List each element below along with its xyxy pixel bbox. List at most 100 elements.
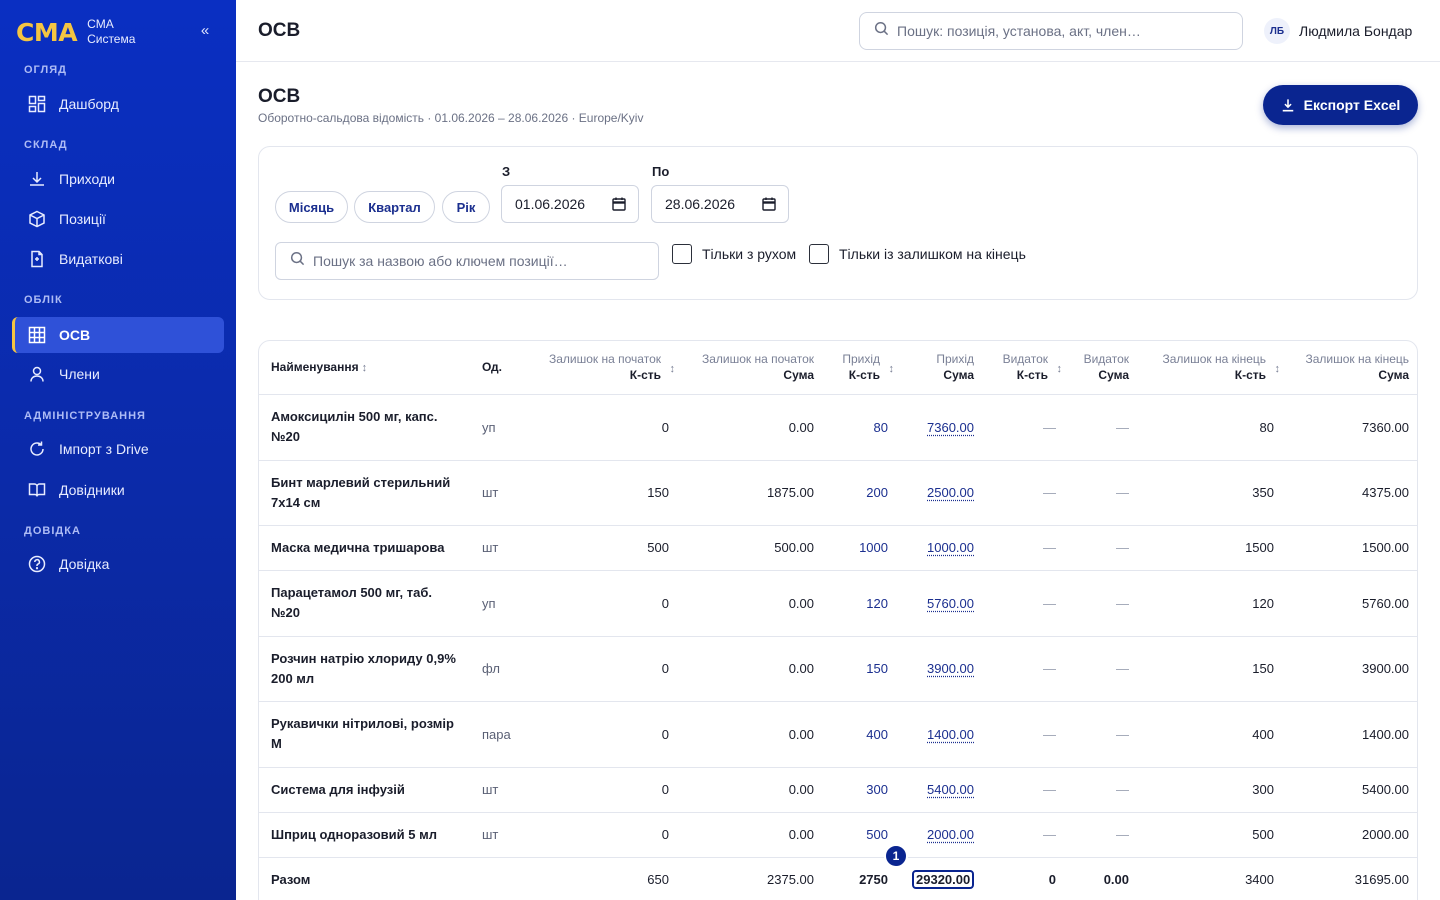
only-balance-checkbox[interactable]: Тільки із залишком на кінець — [809, 244, 1026, 264]
close-qty: 1500 — [1141, 525, 1286, 571]
date-from-input[interactable]: 01.06.2026 — [501, 185, 639, 223]
global-search[interactable] — [859, 12, 1243, 50]
in-sum-cell: 5760.00 — [900, 570, 986, 637]
item-unit: шт — [470, 812, 533, 858]
sidebar-item-items[interactable]: Позиції — [12, 201, 224, 237]
table-row[interactable]: Бинт марлевий стерильний 7х14 см шт 150 … — [259, 460, 1417, 526]
in-sum-cell: 2000.00 — [900, 812, 986, 858]
brand[interactable]: CMA CMA Система — [16, 14, 135, 50]
table-row[interactable]: Розчин натрію хлориду 0,9% 200 мл фл 0 0… — [259, 636, 1417, 702]
in-sum-link[interactable]: 1000.00 — [927, 540, 974, 555]
item-unit: уп — [470, 570, 533, 637]
top-bar-title: ОСВ — [258, 20, 301, 41]
close-qty: 150 — [1141, 636, 1286, 702]
box-icon — [28, 210, 46, 228]
sidebar-item-refs[interactable]: Довідники — [12, 472, 224, 508]
page-subtitle: Оборотно-сальдова відомість · 01.06.2026… — [258, 111, 644, 125]
col-unit: Од. — [470, 341, 533, 395]
table-row[interactable]: Парацетамол 500 мг, таб. №20 уп 0 0.00 1… — [259, 570, 1417, 637]
period-month-button[interactable]: Місяць — [275, 191, 348, 223]
calendar-icon[interactable] — [762, 197, 776, 214]
date-from-label: З — [502, 164, 511, 179]
osv-table-card: Найменування ↕ Од. Залишок на початок К-ст… — [258, 340, 1418, 900]
item-unit: шт — [470, 525, 533, 571]
sidebar-item-import[interactable]: Імпорт з Drive — [12, 431, 224, 467]
open-qty: 0 — [533, 812, 681, 858]
in-sum-link[interactable]: 1400.00 — [927, 727, 974, 742]
period-year-button[interactable]: Рік — [442, 191, 490, 223]
sort-icon: ↕ — [361, 361, 368, 374]
in-sum-link[interactable]: 2500.00 — [927, 485, 974, 500]
user-icon — [28, 365, 46, 383]
help-icon — [28, 555, 46, 573]
calendar-icon[interactable] — [612, 197, 626, 214]
open-sum: 0.00 — [681, 701, 826, 768]
brand-logo: CMA — [16, 17, 78, 47]
col-in-qty[interactable]: Прихід К-сть ↕ — [826, 341, 900, 395]
col-close-qty[interactable]: Залишок на кінець К-сть ↕ — [1141, 341, 1286, 395]
table-row[interactable]: Амоксицилін 500 мг, капс. №20 уп 0 0.00 … — [259, 394, 1417, 461]
table-row[interactable]: Рукавички нітрилові, розмір M пара 0 0.0… — [259, 701, 1417, 768]
user-menu[interactable]: ЛБ Людмила Бондар — [1264, 18, 1412, 44]
close-sum: 2000.00 — [1286, 812, 1417, 858]
table-icon — [28, 326, 46, 344]
in-sum-link[interactable]: 3900.00 — [927, 661, 974, 676]
close-sum: 5760.00 — [1286, 570, 1417, 637]
sidebar-item-osv[interactable]: ОСВ — [12, 317, 224, 353]
sidebar-item-help[interactable]: Довідка — [12, 546, 224, 582]
in-sum-link[interactable]: 5760.00 — [927, 596, 974, 611]
col-name[interactable]: Найменування ↕ — [259, 341, 470, 395]
out-qty: — — [986, 570, 1068, 637]
sidebar-item-dashboard[interactable]: Дашборд — [12, 86, 224, 122]
total-in-sum[interactable]: 29320.00 — [912, 870, 975, 889]
avatar: ЛБ — [1264, 18, 1290, 44]
nav-section-help: ДОВІДКА — [24, 525, 81, 537]
download-icon — [1281, 98, 1295, 112]
export-excel-button[interactable]: Експорт Excel — [1263, 85, 1418, 125]
nav-section-accounting: ОБЛІК — [24, 294, 63, 306]
item-unit: шт — [470, 460, 533, 526]
open-sum: 500.00 — [681, 525, 826, 571]
table-row[interactable]: Система для інфузій шт 0 0.00 300 5400.0… — [259, 767, 1417, 813]
only-movement-checkbox[interactable]: Тільки з рухом — [672, 244, 796, 264]
in-sum-link[interactable]: 7360.00 — [927, 420, 974, 435]
in-sum-cell: 1400.00 — [900, 701, 986, 768]
sidebar-item-label: Позиції — [59, 211, 106, 227]
sidebar-item-members[interactable]: Члени — [12, 356, 224, 392]
in-sum-cell: 3900.00 — [900, 636, 986, 702]
total-close-sum: 31695.00 — [1286, 857, 1417, 900]
table-total-row: Разом 650 2375.00 2750 29320.00 0 0.00 3… — [259, 857, 1417, 900]
period-quarter-button[interactable]: Квартал — [354, 191, 435, 223]
col-open-qty[interactable]: Залишок на початок К-сть ↕ — [533, 341, 681, 395]
in-sum-cell: 7360.00 — [900, 394, 986, 461]
table-row[interactable]: Шприц одноразовий 5 мл шт 0 0.00 500 200… — [259, 812, 1417, 858]
sidebar-item-receipts[interactable]: Приходи — [12, 161, 224, 197]
date-to-input[interactable]: 28.06.2026 — [651, 185, 789, 223]
out-sum: — — [1068, 636, 1141, 702]
close-qty: 120 — [1141, 570, 1286, 637]
sidebar-item-expenses[interactable]: Видаткові — [12, 241, 224, 277]
in-sum-link[interactable]: 5400.00 — [927, 782, 974, 797]
total-label: Разом — [259, 857, 470, 900]
table-row[interactable]: Маска медична тришарова шт 500 500.00 10… — [259, 525, 1417, 571]
brand-line2: Система — [87, 32, 136, 46]
in-qty: 400 — [826, 701, 900, 768]
sidebar-collapse-button[interactable]: « — [196, 22, 214, 40]
item-search[interactable] — [275, 242, 659, 280]
filters-card: Місяць Квартал Рік З 01.06.2026 По 28.06… — [258, 146, 1418, 300]
item-search-input[interactable] — [313, 253, 643, 269]
col-out-qty[interactable]: Видаток К-сть ↕ — [986, 341, 1068, 395]
search-icon — [874, 21, 889, 41]
sort-icon: ↕ — [888, 363, 895, 375]
out-sum: — — [1068, 394, 1141, 461]
checkbox-box[interactable] — [809, 244, 829, 264]
in-qty: 200 — [826, 460, 900, 526]
total-close-qty: 3400 — [1141, 857, 1286, 900]
close-sum: 7360.00 — [1286, 394, 1417, 461]
global-search-input[interactable] — [897, 23, 1227, 39]
search-icon — [290, 251, 305, 271]
checkbox-box[interactable] — [672, 244, 692, 264]
top-bar: ОСВ ЛБ Людмила Бондар — [236, 0, 1440, 62]
in-sum-link[interactable]: 2000.00 — [927, 827, 974, 842]
open-qty: 0 — [533, 701, 681, 768]
